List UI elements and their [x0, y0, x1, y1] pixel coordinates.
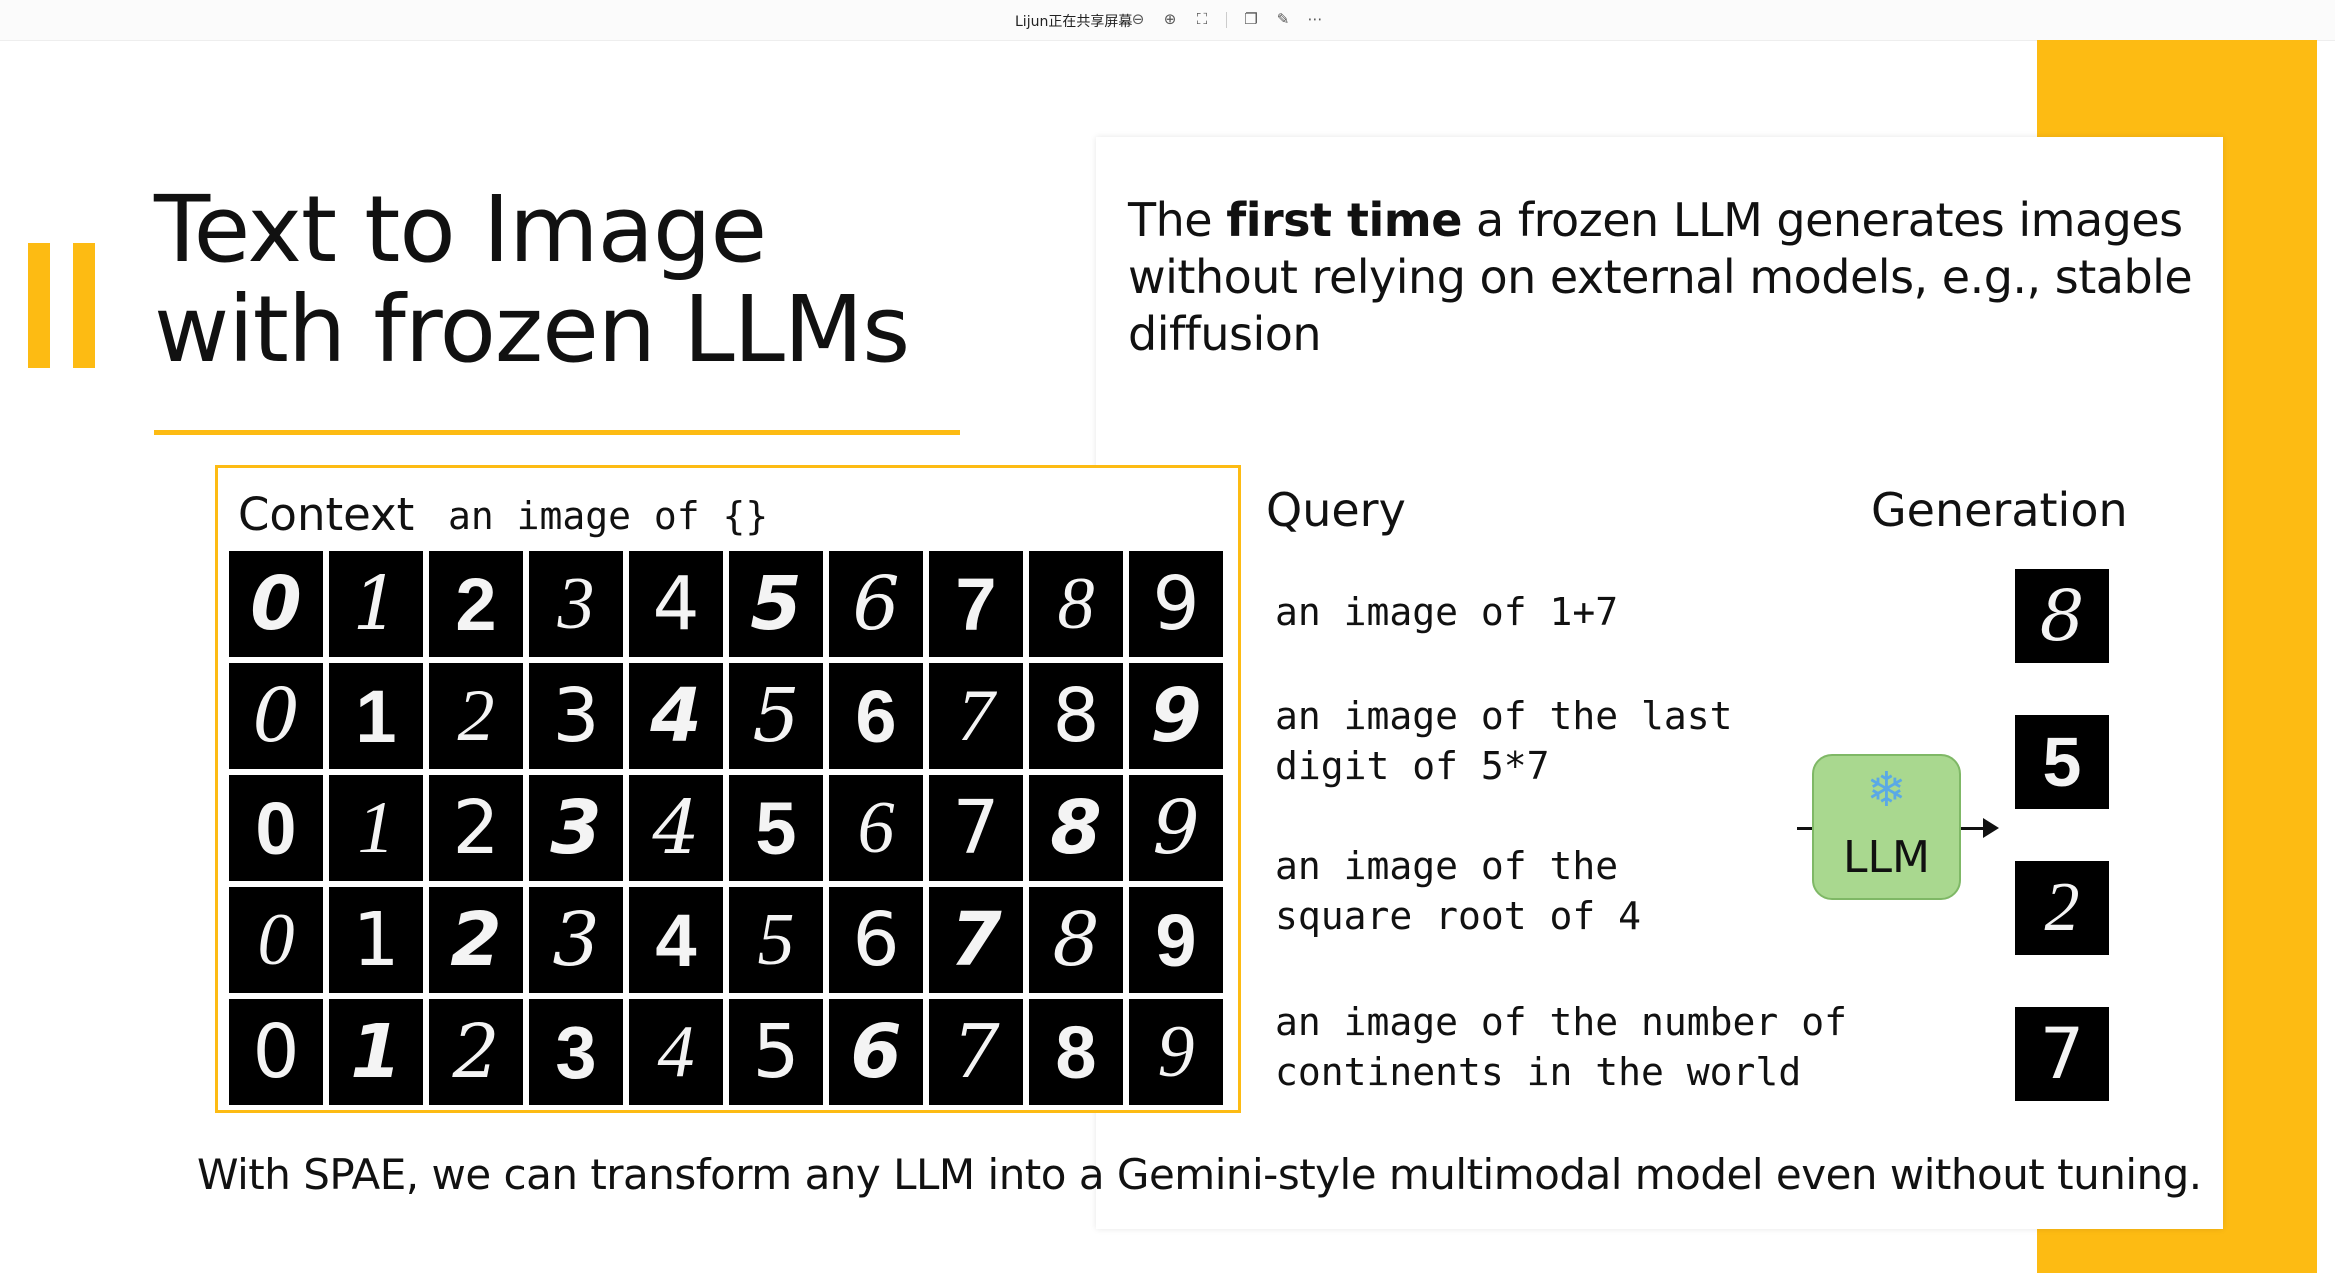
llm-input-line: [1797, 827, 1812, 830]
title-line-1: Text to Image: [154, 176, 767, 283]
digit-image: 9: [1129, 775, 1223, 881]
digit-image: 7: [929, 887, 1023, 993]
generated-image-1: 8: [2015, 569, 2109, 663]
digit-image: 3: [529, 999, 623, 1105]
query-header: Query: [1266, 483, 1406, 537]
digit-image: 2: [429, 663, 523, 769]
digit-image: 1: [329, 999, 423, 1105]
generated-image-2: 5: [2015, 715, 2109, 809]
digit-image: 3: [529, 551, 623, 657]
generation-header: Generation: [1871, 483, 2128, 537]
digit-image: 9: [1129, 999, 1223, 1105]
digit-image: 3: [529, 775, 623, 881]
title-line-2: with frozen LLMs: [154, 276, 910, 383]
accent-bar-right: [73, 243, 95, 368]
digit-image: 7: [929, 551, 1023, 657]
digit-image: 7: [929, 775, 1023, 881]
fit-screen-icon[interactable]: ⛶: [1191, 8, 1213, 30]
slide-description: The first time a frozen LLM generates im…: [1128, 192, 2208, 363]
digit-image: 2: [429, 887, 523, 993]
more-icon[interactable]: ⋯: [1304, 8, 1326, 30]
digit-image: 5: [729, 775, 823, 881]
digit-image: 5: [729, 887, 823, 993]
digit-image: 2: [429, 999, 523, 1105]
digit-image: 0: [229, 887, 323, 993]
digit-row: 0123456789: [229, 663, 1223, 769]
arrow-right-icon: [1983, 818, 1999, 838]
digit-image: 9: [1129, 887, 1223, 993]
slide-footer: With SPAE, we can transform any LLM into…: [197, 1150, 2202, 1199]
context-panel: Context an image of {} 01234567890123456…: [215, 465, 1241, 1113]
llm-block: ❄ LLM: [1812, 754, 1961, 900]
digit-image: 8: [1029, 887, 1123, 993]
digit-image: 0: [229, 775, 323, 881]
digit-image: 4: [629, 775, 723, 881]
digit-image: 6: [829, 551, 923, 657]
digit-image: 3: [529, 663, 623, 769]
accent-bar-left: [28, 243, 50, 368]
toolbar-divider: [1226, 12, 1227, 28]
digit-image: 3: [529, 887, 623, 993]
digit-image: 7: [929, 663, 1023, 769]
query-item-1: an image of 1+7: [1275, 590, 1619, 634]
context-digit-grid: 0123456789012345678901234567890123456789…: [229, 551, 1223, 1111]
slide-title: Text to Image with frozen LLMs: [154, 176, 910, 383]
digit-image: 4: [629, 887, 723, 993]
digit-row: 0123456789: [229, 551, 1223, 657]
digit-image: 1: [329, 551, 423, 657]
desc-emphasis: first time: [1226, 193, 1462, 247]
llm-output-line: [1961, 827, 1985, 830]
digit-image: 8: [1029, 551, 1123, 657]
digit-image: 8: [1029, 663, 1123, 769]
digit-image: 6: [829, 775, 923, 881]
digit-image: 7: [929, 999, 1023, 1105]
digit-image: 4: [629, 663, 723, 769]
digit-image: 4: [629, 551, 723, 657]
desc-text-start: The: [1128, 193, 1227, 247]
title-underline: [154, 430, 960, 435]
digit-image: 1: [329, 775, 423, 881]
digit-image: 2: [429, 775, 523, 881]
screen-share-toolbar: Lijun正在共享屏幕 ⊖ ⊕ ⛶ ❐ ✎ ⋯: [0, 0, 2335, 41]
digit-image: 0: [229, 551, 323, 657]
digit-image: 9: [1129, 551, 1223, 657]
context-template: an image of {}: [448, 494, 769, 538]
annotate-icon[interactable]: ✎: [1272, 8, 1294, 30]
digit-image: 6: [829, 887, 923, 993]
digit-image: 5: [729, 999, 823, 1105]
digit-row: 0123456789: [229, 775, 1223, 881]
digit-image: 4: [629, 999, 723, 1105]
generated-image-4: 7: [2015, 1007, 2109, 1101]
digit-image: 0: [229, 663, 323, 769]
digit-image: 8: [1029, 999, 1123, 1105]
query-item-4: an image of the number of continents in …: [1275, 1000, 1847, 1094]
share-status-label: Lijun正在共享屏幕: [1015, 14, 1133, 30]
digit-image: 1: [329, 663, 423, 769]
digit-image: 6: [829, 999, 923, 1105]
digit-image: 2: [429, 551, 523, 657]
llm-label: LLM: [1843, 832, 1930, 883]
context-label: Context: [238, 488, 415, 541]
digit-row: 0123456789: [229, 999, 1223, 1105]
zoom-in-icon[interactable]: ⊕: [1159, 8, 1181, 30]
digit-image: 5: [729, 551, 823, 657]
digit-image: 9: [1129, 663, 1223, 769]
digit-row: 0123456789: [229, 887, 1223, 993]
zoom-out-icon[interactable]: ⊖: [1127, 8, 1149, 30]
digit-image: 6: [829, 663, 923, 769]
digit-image: 1: [329, 887, 423, 993]
digit-image: 8: [1029, 775, 1123, 881]
query-item-3: an image of the square root of 4: [1275, 844, 1642, 938]
digit-image: 5: [729, 663, 823, 769]
popout-icon[interactable]: ❐: [1240, 8, 1262, 30]
generated-image-3: 2: [2015, 861, 2109, 955]
snowflake-icon: ❄: [1866, 762, 1907, 818]
digit-image: 0: [229, 999, 323, 1105]
query-item-2: an image of the last digit of 5*7: [1275, 694, 1733, 788]
